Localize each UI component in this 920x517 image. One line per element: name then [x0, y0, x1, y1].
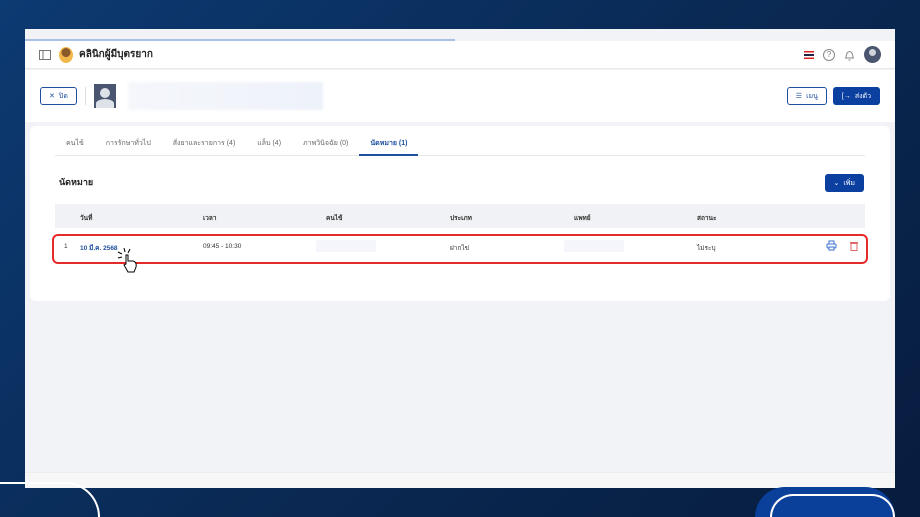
- col-doctor: แพทย์: [574, 215, 591, 222]
- table-row[interactable]: 1 10 มี.ค. 2568 09:45 - 10:30 ฝากไข่ ไม่…: [52, 234, 868, 264]
- print-icon[interactable]: [826, 240, 837, 251]
- appointment-time: 09:45 - 10:30: [203, 243, 242, 250]
- tab-bar: คนไข้ การรักษาทั่วไป สั่งยาและรายการ (4)…: [55, 136, 865, 156]
- patient-info-redacted: [127, 82, 323, 110]
- patient-name-redacted: [316, 240, 376, 252]
- appointment-type: ฝากไข่: [450, 245, 470, 252]
- tab-imaging[interactable]: ภาพวินิจฉัย (0): [292, 136, 359, 156]
- exit-icon: [→: [841, 92, 851, 100]
- close-button[interactable]: ✕ ปิด: [40, 87, 77, 105]
- divider: [84, 87, 86, 105]
- click-cursor-icon: [117, 247, 137, 273]
- add-button[interactable]: ⌄ เพิ่ม: [824, 174, 864, 192]
- top-header: คลินิกผู้มีบุตรยาก ?: [25, 41, 895, 69]
- clinic-logo: [59, 46, 73, 63]
- col-date: วันที่: [80, 215, 93, 222]
- bell-icon[interactable]: [844, 49, 855, 61]
- refer-button[interactable]: [→ ส่งตัว: [832, 87, 880, 105]
- help-icon[interactable]: ?: [823, 48, 835, 61]
- tab-lab[interactable]: แล็บ (4): [246, 136, 292, 156]
- decorative-curve-2: [770, 494, 895, 517]
- appointment-date-link[interactable]: 10 มี.ค. 2568: [80, 243, 118, 253]
- clinic-name: คลินิกผู้มีบุตรยาก: [79, 49, 153, 60]
- chevron-down-icon: ⌄: [833, 180, 840, 187]
- content-card: คนไข้ การรักษาทั่วไป สั่งยาและรายการ (4)…: [30, 126, 890, 301]
- tab-general-treatment[interactable]: การรักษาทั่วไป: [95, 136, 162, 156]
- app-window: คลินิกผู้มีบุตรยาก ? ✕ ปิด ☰ เมนู [→ ส่งตัว…: [25, 29, 895, 488]
- appointment-status: ไม่ระบุ: [697, 245, 716, 252]
- col-time: เวลา: [203, 215, 217, 222]
- col-type: ประเภท: [450, 215, 472, 222]
- hamburger-icon: ☰: [795, 93, 803, 100]
- row-index: 1: [64, 243, 68, 250]
- tab-patient[interactable]: คนไข้: [55, 136, 95, 156]
- section-title: นัดหมาย: [59, 177, 94, 187]
- tab-appointments[interactable]: นัดหมาย (1): [359, 136, 419, 156]
- footer: [25, 472, 895, 488]
- doctor-name-redacted: [564, 240, 624, 252]
- close-icon: ✕: [49, 93, 55, 100]
- menu-button[interactable]: ☰ เมนู: [786, 87, 827, 105]
- col-status: สถานะ: [697, 215, 717, 222]
- thai-flag-icon[interactable]: [804, 50, 814, 59]
- sidebar-toggle-icon[interactable]: [39, 49, 51, 60]
- patient-photo: [93, 84, 116, 108]
- patient-bar: ✕ ปิด ☰ เมนู [→ ส่งตัว: [25, 70, 895, 122]
- user-avatar[interactable]: [864, 46, 881, 63]
- tab-orders[interactable]: สั่งยาและรายการ (4): [162, 136, 247, 156]
- delete-icon[interactable]: [849, 240, 859, 251]
- table-header: วันที่ เวลา คนไข้ ประเภท แพทย์ สถานะ: [55, 204, 865, 228]
- col-patient: คนไข้: [326, 215, 343, 222]
